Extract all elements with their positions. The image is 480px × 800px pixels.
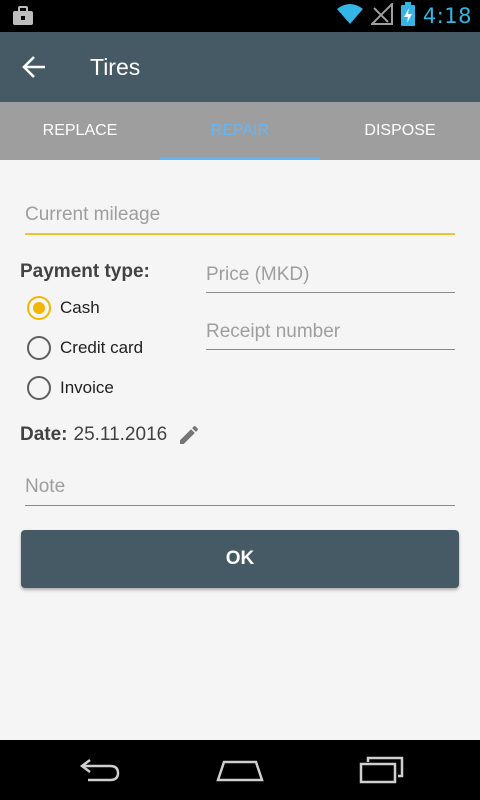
date-value: 25.11.2016 xyxy=(73,424,168,445)
status-bar: 4:18 xyxy=(0,0,480,32)
payment-type-label: Payment type: xyxy=(20,261,150,282)
note-underline xyxy=(25,505,455,506)
receipt-underline xyxy=(206,349,455,350)
nav-recents-icon[interactable] xyxy=(358,756,406,788)
tab-repair[interactable]: REPAIR xyxy=(160,102,320,160)
briefcase-notification-icon xyxy=(12,6,34,30)
radio-unchecked-icon[interactable] xyxy=(27,336,51,360)
arrow-back-icon[interactable] xyxy=(22,54,48,80)
radio-cash[interactable]: Cash xyxy=(27,296,100,320)
radio-invoice[interactable]: Invoice xyxy=(27,376,114,400)
nav-home-icon[interactable] xyxy=(216,756,264,788)
receipt-field[interactable]: Receipt number xyxy=(206,321,455,353)
mileage-placeholder: Current mileage xyxy=(25,204,161,225)
radio-credit-card[interactable]: Credit card xyxy=(27,336,143,360)
date-row: Date: 25.11.2016 xyxy=(20,423,201,447)
note-field[interactable]: Note xyxy=(25,476,455,508)
receipt-placeholder: Receipt number xyxy=(206,321,341,342)
signal-icon xyxy=(369,1,393,29)
radio-checked-icon[interactable] xyxy=(27,296,51,320)
price-field[interactable]: Price (MKD) xyxy=(206,264,455,296)
radio-unchecked-icon[interactable] xyxy=(27,376,51,400)
date-label: Date: xyxy=(20,424,68,445)
app-bar: Tires xyxy=(0,32,480,102)
clock: 4:18 xyxy=(422,4,472,28)
radio-invoice-label: Invoice xyxy=(60,378,114,397)
note-placeholder: Note xyxy=(25,476,66,497)
wifi-icon xyxy=(336,3,363,29)
tab-bar: REPLACE REPAIR DISPOSE xyxy=(0,102,480,160)
radio-cash-label: Cash xyxy=(60,298,100,317)
ok-button[interactable]: OK xyxy=(21,530,459,588)
mileage-underline xyxy=(25,233,455,235)
navigation-bar xyxy=(0,740,480,800)
price-underline xyxy=(206,292,455,293)
price-placeholder: Price (MKD) xyxy=(206,264,310,285)
pencil-icon[interactable] xyxy=(177,423,201,447)
page-title: Tires xyxy=(90,54,141,80)
tab-replace[interactable]: REPLACE xyxy=(0,102,160,160)
tab-dispose[interactable]: DISPOSE xyxy=(320,102,480,160)
radio-credit-card-label: Credit card xyxy=(60,338,144,357)
nav-back-icon[interactable] xyxy=(78,756,122,788)
battery-charging-icon xyxy=(400,2,415,30)
mileage-field[interactable]: Current mileage xyxy=(25,204,455,236)
